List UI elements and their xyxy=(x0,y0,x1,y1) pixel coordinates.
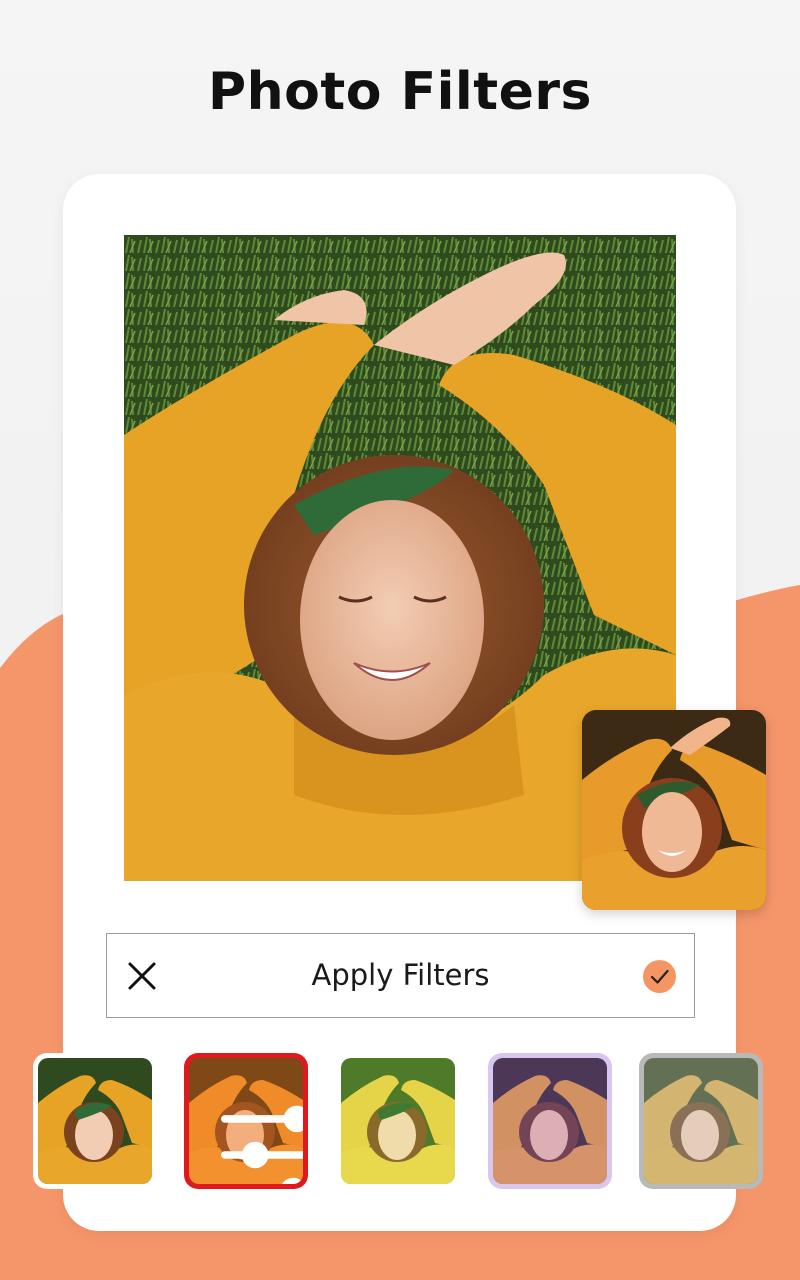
filtered-preview-photo-icon xyxy=(582,710,766,910)
apply-filters-bar: Apply Filters xyxy=(106,933,695,1018)
page-title: Photo Filters xyxy=(208,62,592,122)
filter-thumb-lavender[interactable] xyxy=(488,1053,612,1189)
filter-thumb-original[interactable] xyxy=(33,1053,157,1189)
filter-purple-photo-icon xyxy=(493,1058,607,1184)
sliders-icon xyxy=(221,1105,303,1184)
filter-thumb-yellow[interactable] xyxy=(336,1053,460,1189)
filter-thumb-adjust[interactable] xyxy=(184,1053,308,1189)
apply-filters-label: Apply Filters xyxy=(311,958,490,992)
confirm-button[interactable] xyxy=(643,960,676,993)
filter-original-photo-icon xyxy=(38,1058,152,1184)
filter-faded-photo-icon xyxy=(644,1058,758,1184)
filtered-preview xyxy=(582,710,766,910)
check-icon xyxy=(650,969,669,984)
filter-yellow-photo-icon xyxy=(341,1058,455,1184)
filter-thumb-faded[interactable] xyxy=(639,1053,763,1189)
